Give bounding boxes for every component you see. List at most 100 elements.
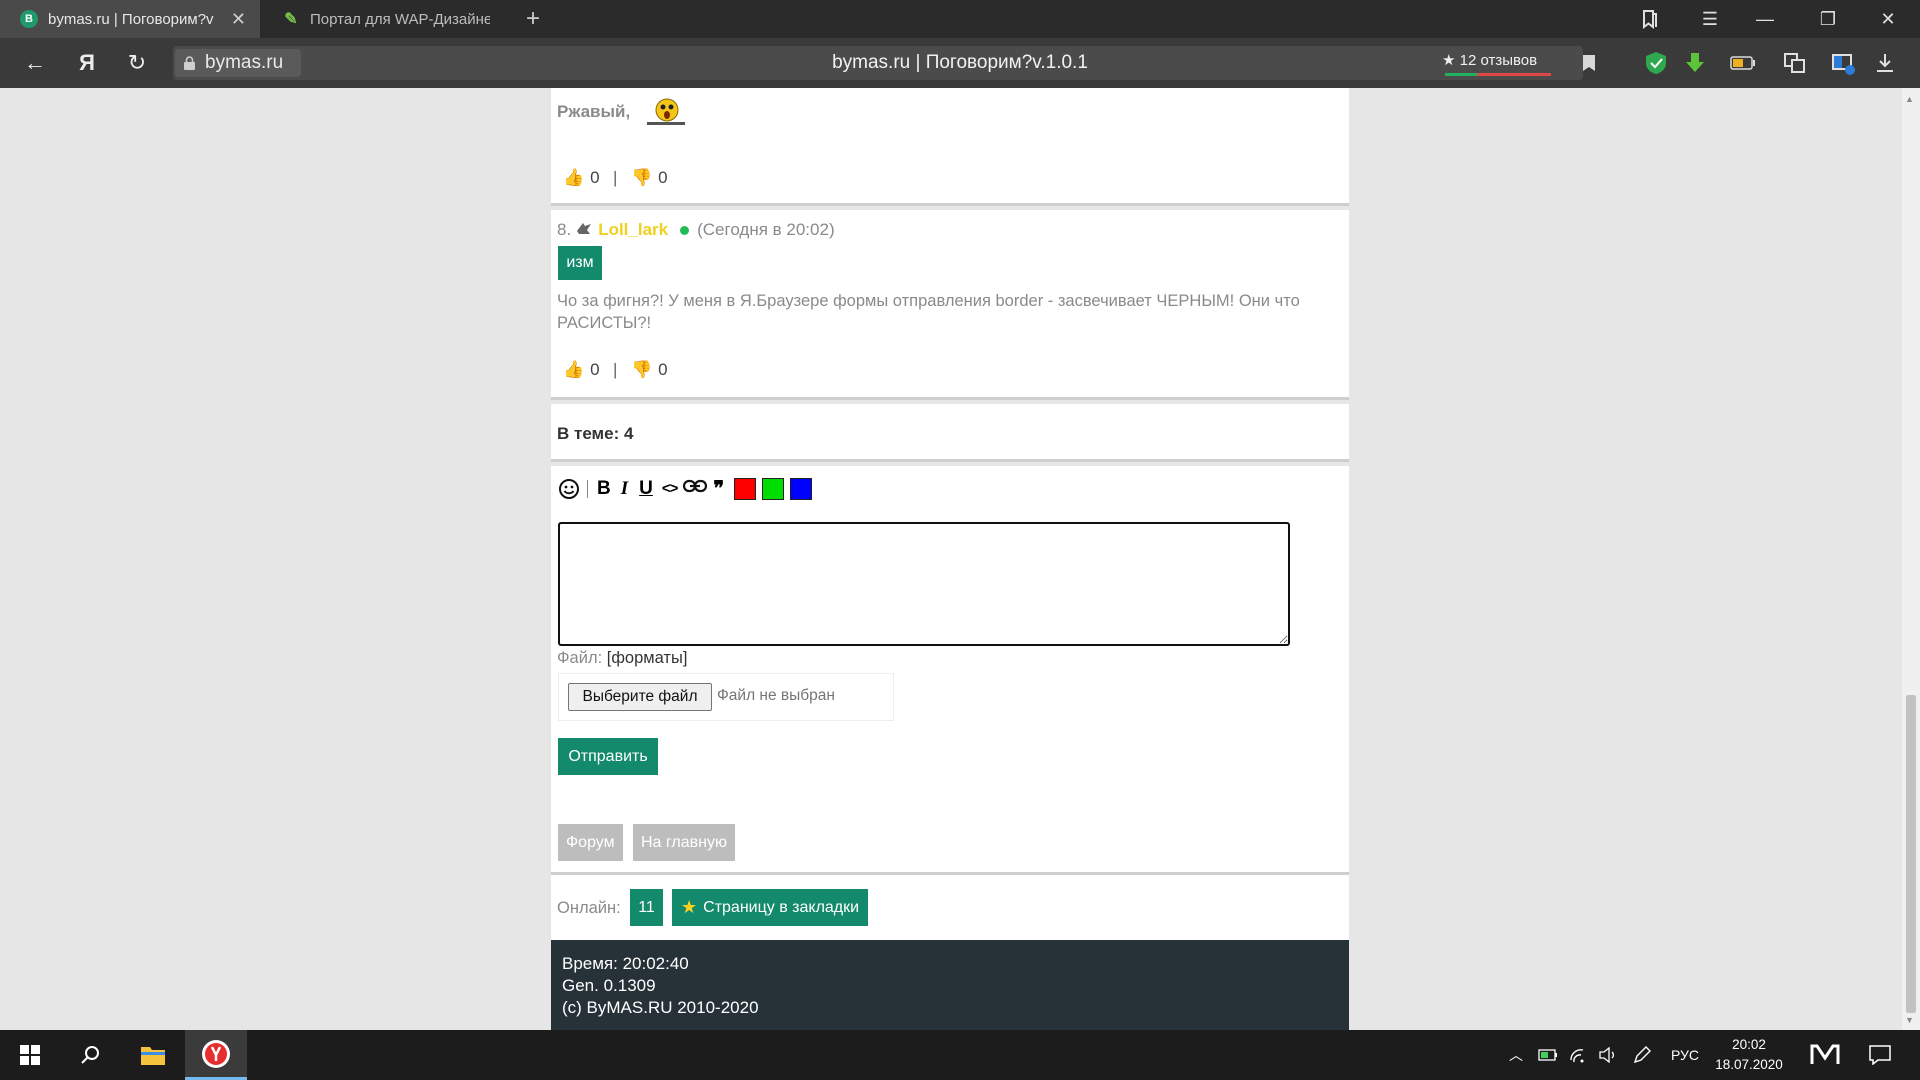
underline-button[interactable]: U (639, 478, 653, 500)
dislike-button[interactable]: 👎 0 (631, 360, 668, 380)
sidebar-panel-icon[interactable] (1830, 50, 1856, 76)
minimize-icon[interactable]: — (1745, 0, 1785, 38)
reviews-badge[interactable]: ★ 12 отзывов (1442, 51, 1551, 76)
windows-start-icon[interactable] (0, 1030, 60, 1080)
site-identity-badge[interactable]: bymas.ru (175, 49, 301, 77)
scroll-up-arrow-icon[interactable]: ▲ (1905, 94, 1914, 104)
topic-count: В теме: 4 (557, 424, 634, 443)
formats-link[interactable]: [форматы] (607, 649, 688, 667)
italic-button[interactable]: I (621, 478, 628, 500)
pen-input-icon[interactable] (1628, 1030, 1656, 1080)
emoticon-icon[interactable] (558, 478, 580, 500)
page-title: bymas.ru | Поговорим?v.1.0.1 (832, 52, 1088, 73)
dislike-button[interactable]: 👎 0 (631, 168, 668, 188)
submit-button[interactable]: Отправить (558, 738, 658, 775)
taskbar-clock[interactable]: 20:02 18.07.2020 (1712, 1030, 1786, 1080)
home-button[interactable]: На главную (633, 824, 735, 861)
tab-title: bymas.ru | Поговорим?v (48, 10, 214, 28)
post-header: 8. Loll_lark (Сегодня в 20:02) (557, 220, 835, 240)
like-count: 0 (590, 168, 600, 187)
volume-icon[interactable] (1595, 1030, 1621, 1080)
dislike-count: 0 (658, 360, 668, 379)
like-button[interactable]: 👍 0 (563, 360, 600, 380)
new-tab-icon[interactable]: + (526, 5, 540, 33)
like-button[interactable]: 👍 0 (563, 168, 600, 188)
bookmark-page-label: Страницу в закладки (703, 898, 860, 916)
bold-button[interactable]: B (597, 478, 611, 500)
search-icon[interactable] (62, 1030, 120, 1080)
editor-toolbar: B I U <> ❞ (558, 476, 813, 501)
bookmark-page-button[interactable]: ★ Страницу в закладки (672, 889, 869, 926)
generation-time: Gen. 0.1309 (562, 976, 656, 995)
smiley-emoticon (645, 92, 687, 135)
vote-separator: | (613, 360, 618, 379)
chevron-up-icon[interactable]: ︿ (1503, 1030, 1529, 1080)
forum-button[interactable]: Форум (558, 824, 623, 861)
close-icon[interactable]: ✕ (231, 9, 246, 30)
no-file-text: Файл не выбран (717, 687, 835, 704)
site-favicon: B (20, 10, 38, 28)
code-button[interactable]: <> (662, 480, 679, 497)
reviews-label: ★ 12 отзывов (1442, 52, 1538, 69)
site-footer: Время: 20:02:40 Gen. 0.1309 (c) ByMAS.RU… (551, 940, 1349, 1030)
thumbs-down-icon: 👎 (631, 168, 653, 187)
thumbs-up-icon: 👍 (563, 168, 585, 187)
yandex-logo-icon[interactable]: Я (70, 46, 104, 80)
downloads-icon[interactable] (1872, 50, 1898, 76)
wifi-icon[interactable] (1566, 1030, 1592, 1080)
adguard-shield-icon[interactable] (1643, 50, 1669, 76)
menu-icon[interactable]: ☰ (1690, 0, 1730, 38)
color-green-swatch[interactable] (762, 477, 785, 500)
edit-post-button[interactable]: изм (558, 246, 602, 280)
link-icon[interactable] (683, 479, 708, 498)
toolbar-divider (587, 479, 588, 498)
scrollbar-thumb[interactable] (1906, 695, 1916, 1013)
restore-icon[interactable]: ❐ (1808, 0, 1848, 38)
file-row: Файл: [форматы] (557, 649, 687, 668)
translate-icon[interactable] (1782, 50, 1808, 76)
online-card: Онлайн: 11 ★ Страницу в закладки (551, 879, 1349, 940)
post-time: (Сегодня в 20:02) (697, 220, 835, 239)
file-input-box: Выберите файл Файл не выбран (558, 673, 894, 721)
forum-post: 8. Loll_lark (Сегодня в 20:02) изм Чо за… (551, 210, 1349, 400)
post-message: Чо за фигня?! У меня в Я.Браузере формы … (557, 292, 1300, 332)
scroll-down-arrow-icon[interactable]: ▼ (1905, 1015, 1914, 1025)
tab-bymas[interactable]: B bymas.ru | Поговорим?v ✕ (0, 0, 260, 38)
topic-count-card: В теме: 4 (551, 404, 1349, 462)
color-blue-swatch[interactable] (790, 477, 813, 500)
file-explorer-icon[interactable] (124, 1030, 182, 1080)
choose-file-button[interactable]: Выберите файл (568, 683, 712, 711)
lock-icon (183, 56, 197, 70)
app-tray-icon[interactable] (1798, 1030, 1852, 1080)
online-count-button[interactable]: 11 (630, 889, 663, 926)
content-column: Ржавый, 👍 0 | 👎 0 8. Loll_lark (Сегодня … (551, 88, 1349, 1030)
post-author-link[interactable]: Loll_lark (598, 220, 668, 240)
reload-icon[interactable]: ↻ (120, 46, 154, 80)
clock-date: 18.07.2020 (1715, 1057, 1783, 1072)
post-text: Ржавый, (557, 102, 631, 121)
battery-status-icon[interactable] (1535, 1030, 1561, 1080)
back-arrow-icon[interactable]: ← (18, 46, 52, 80)
file-label: Файл: (557, 649, 603, 667)
color-red-swatch[interactable] (734, 477, 757, 500)
vote-separator: | (613, 168, 618, 187)
page-viewport: Ржавый, 👍 0 | 👎 0 8. Loll_lark (Сегодня … (0, 88, 1902, 1030)
bookmarks-panel-icon[interactable] (1630, 0, 1670, 38)
input-language[interactable]: РУС (1663, 1030, 1707, 1080)
browser-nav-bar: ← Я ↻ bymas.ru bymas.ru | Поговорим?v.1.… (0, 38, 1920, 88)
bookmark-icon[interactable] (1576, 50, 1602, 76)
tab-wap-portal[interactable]: ✎ Портал для WAP-Дизайне (262, 0, 524, 38)
copyright: (c) ByMAS.RU 2010-2020 (562, 998, 759, 1017)
battery-icon[interactable] (1730, 50, 1756, 76)
notifications-icon[interactable] (1858, 1030, 1902, 1080)
quote-button[interactable]: ❞ (713, 476, 724, 501)
browser-tab-strip: B bymas.ru | Поговорим?v ✕ ✎ Портал для … (0, 0, 1920, 38)
nav-card: Форум На главную (551, 816, 1349, 875)
download-arrow-icon[interactable] (1682, 50, 1708, 76)
thumbs-down-icon: 👎 (631, 360, 653, 379)
post-number: 8. (557, 220, 572, 239)
forum-post: Ржавый, 👍 0 | 👎 0 (551, 88, 1349, 206)
close-window-icon[interactable]: ✕ (1868, 0, 1908, 38)
yandex-browser-taskbar-icon[interactable] (185, 1030, 247, 1080)
message-textarea[interactable] (558, 522, 1290, 646)
